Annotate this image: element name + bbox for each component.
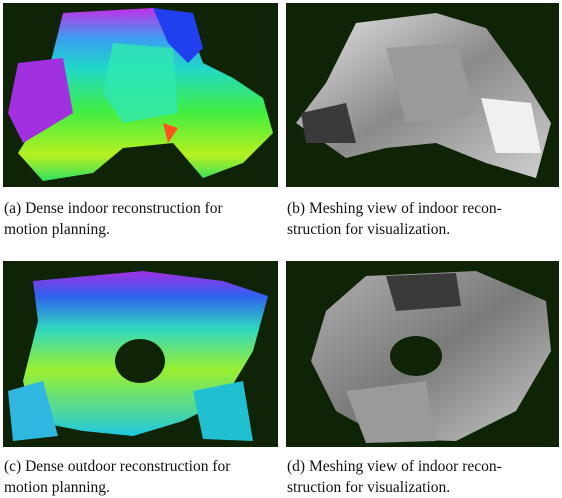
- figure-b-caption-line-1: (b) Meshing view of indoor recon-: [287, 200, 502, 217]
- figure-d-caption-line-1: (d) Meshing view of indoor recon-: [287, 458, 502, 475]
- figure-b-caption-line-2: struction for visualization.: [287, 221, 451, 238]
- figure-a-caption-line-2: motion planning.: [4, 221, 110, 238]
- figure-a-image: [3, 3, 278, 187]
- figure-b-caption: (b) Meshing view of indoor recon- struct…: [287, 198, 559, 240]
- figure-d-image: [286, 261, 559, 447]
- figure-c-image: [3, 261, 278, 447]
- figure-d-caption: (d) Meshing view of indoor recon- struct…: [287, 456, 559, 498]
- figure-a-caption: (a) Dense indoor reconstruction for moti…: [4, 198, 284, 240]
- figure-c-caption: (c) Dense outdoor reconstruction for mot…: [4, 456, 284, 498]
- figure-c-caption-line-1: (c) Dense outdoor reconstruction for: [4, 458, 231, 475]
- figure-a-caption-line-1: (a) Dense indoor reconstruction for: [4, 200, 223, 217]
- figure-b-image: [286, 3, 559, 187]
